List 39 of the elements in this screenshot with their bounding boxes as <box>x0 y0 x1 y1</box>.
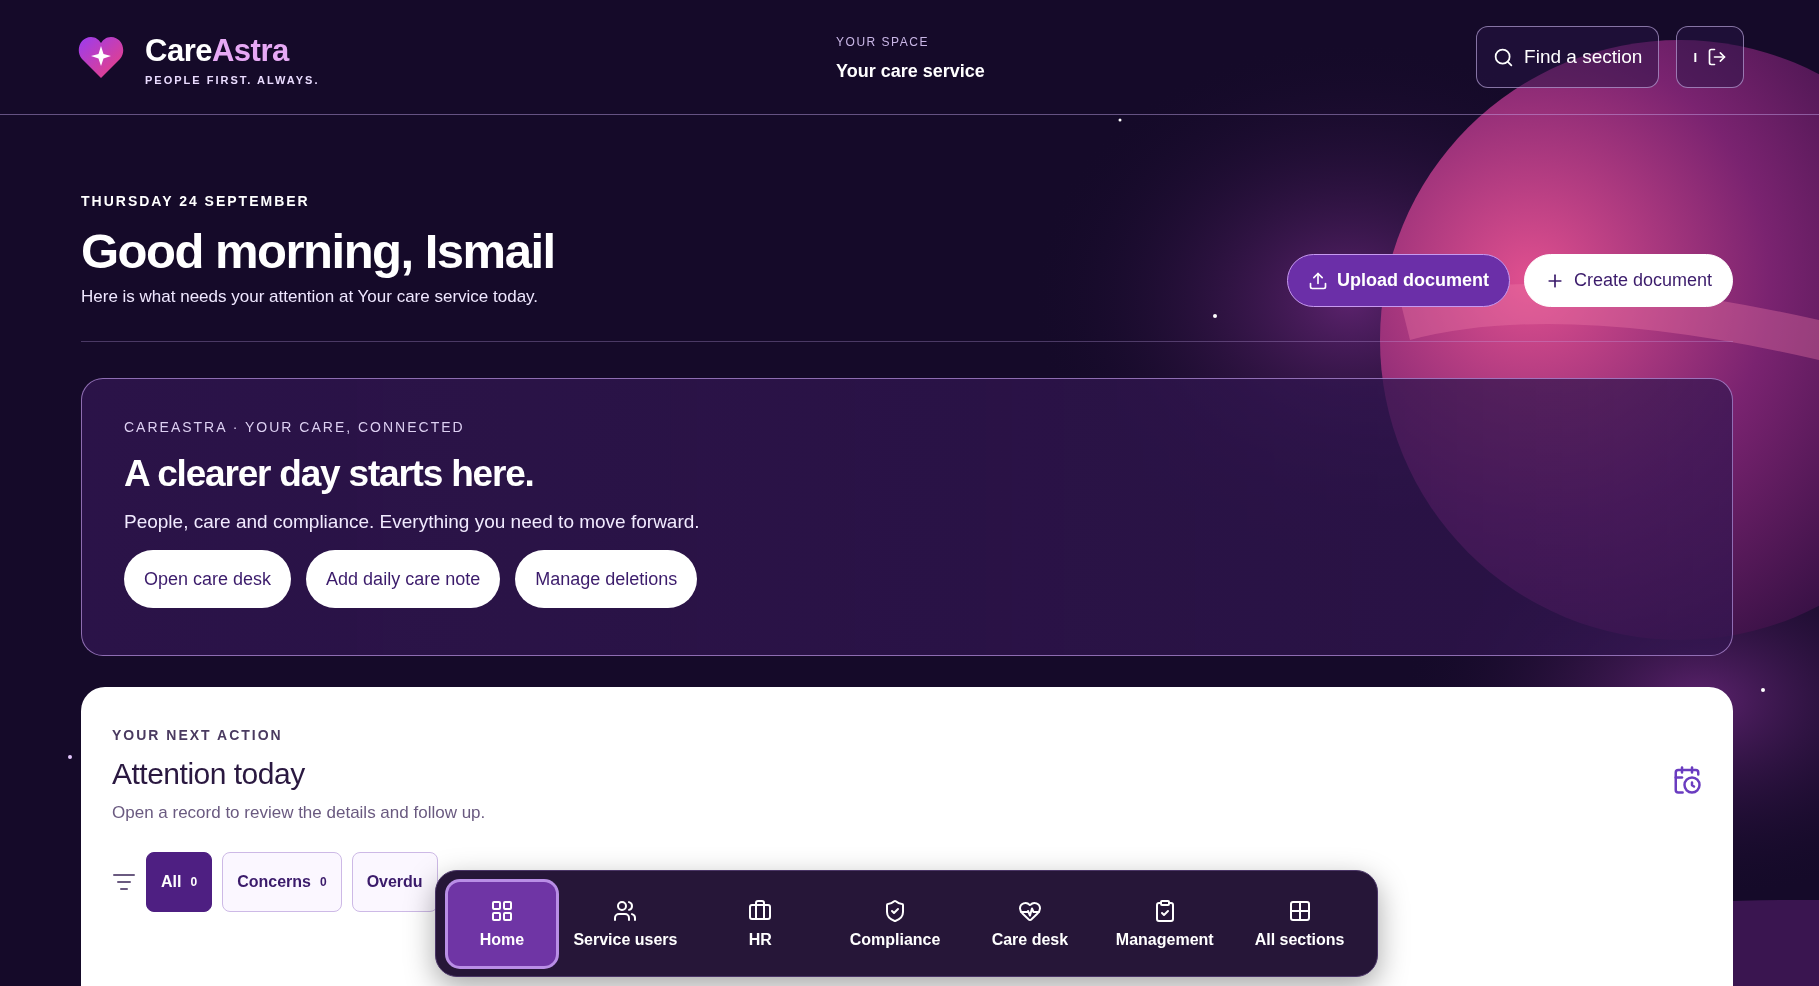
brand-tagline: PEOPLE FIRST. ALWAYS. <box>145 73 320 86</box>
nav-item[interactable]: Compliance <box>829 881 961 966</box>
nav-item[interactable]: Management <box>1099 881 1231 966</box>
banner-eyebrow: CAREASTRA · YOUR CARE, CONNECTED <box>124 419 466 435</box>
calendar-clock-icon[interactable] <box>1672 765 1702 795</box>
space-name: Your care service <box>836 60 985 82</box>
banner-action-button[interactable]: Manage deletions <box>515 550 698 608</box>
nav-item[interactable]: Home <box>448 881 556 966</box>
sign-out-button[interactable]: I <box>1676 26 1744 88</box>
date-label: THURSDAY 24 SEPTEMBER <box>81 193 311 209</box>
upload-icon <box>1307 270 1328 291</box>
attention-title: Attention today <box>112 757 306 791</box>
attention-eyebrow: YOUR NEXT ACTION <box>112 727 284 743</box>
heart-star-logo-icon <box>77 34 125 80</box>
banner-title: A clearer day starts here. <box>124 453 535 495</box>
log-out-icon <box>1707 47 1727 67</box>
search-icon <box>1493 46 1515 68</box>
briefcase-icon <box>748 898 773 923</box>
nav-item[interactable]: All sections <box>1234 881 1365 966</box>
users-icon <box>613 898 638 923</box>
filter-chip[interactable]: Concerns 0 <box>222 852 342 912</box>
find-section-button[interactable]: Find a section <box>1476 26 1660 88</box>
space-label: YOUR SPACE <box>836 34 930 49</box>
upload-document-button[interactable]: Upload document <box>1286 254 1510 307</box>
nav-item[interactable]: HR <box>694 881 826 966</box>
brand-name: CareAstra <box>145 34 291 66</box>
banner-action-button[interactable]: Add daily care note <box>306 550 501 608</box>
banner-action-button[interactable]: Open care desk <box>124 550 292 608</box>
nav-item[interactable]: Service users <box>560 881 691 966</box>
nav-item[interactable]: Care desk <box>964 881 1096 966</box>
grid-icon <box>1287 898 1312 923</box>
create-document-button[interactable]: Create document <box>1523 254 1733 307</box>
banner-text: People, care and compliance. Everything you need to move forward. <box>124 511 701 533</box>
attention-text: Open a record to review the details and follow up. <box>112 803 486 823</box>
filter-chip[interactable]: All 0 <box>146 852 213 912</box>
greeting-heading: Good morning, Ismail <box>81 223 555 279</box>
filter-chip[interactable]: Overdu <box>351 852 438 912</box>
grid-icon <box>490 898 514 923</box>
greeting-subtitle: Here is what needs your attention at Your care service today. <box>81 287 540 307</box>
